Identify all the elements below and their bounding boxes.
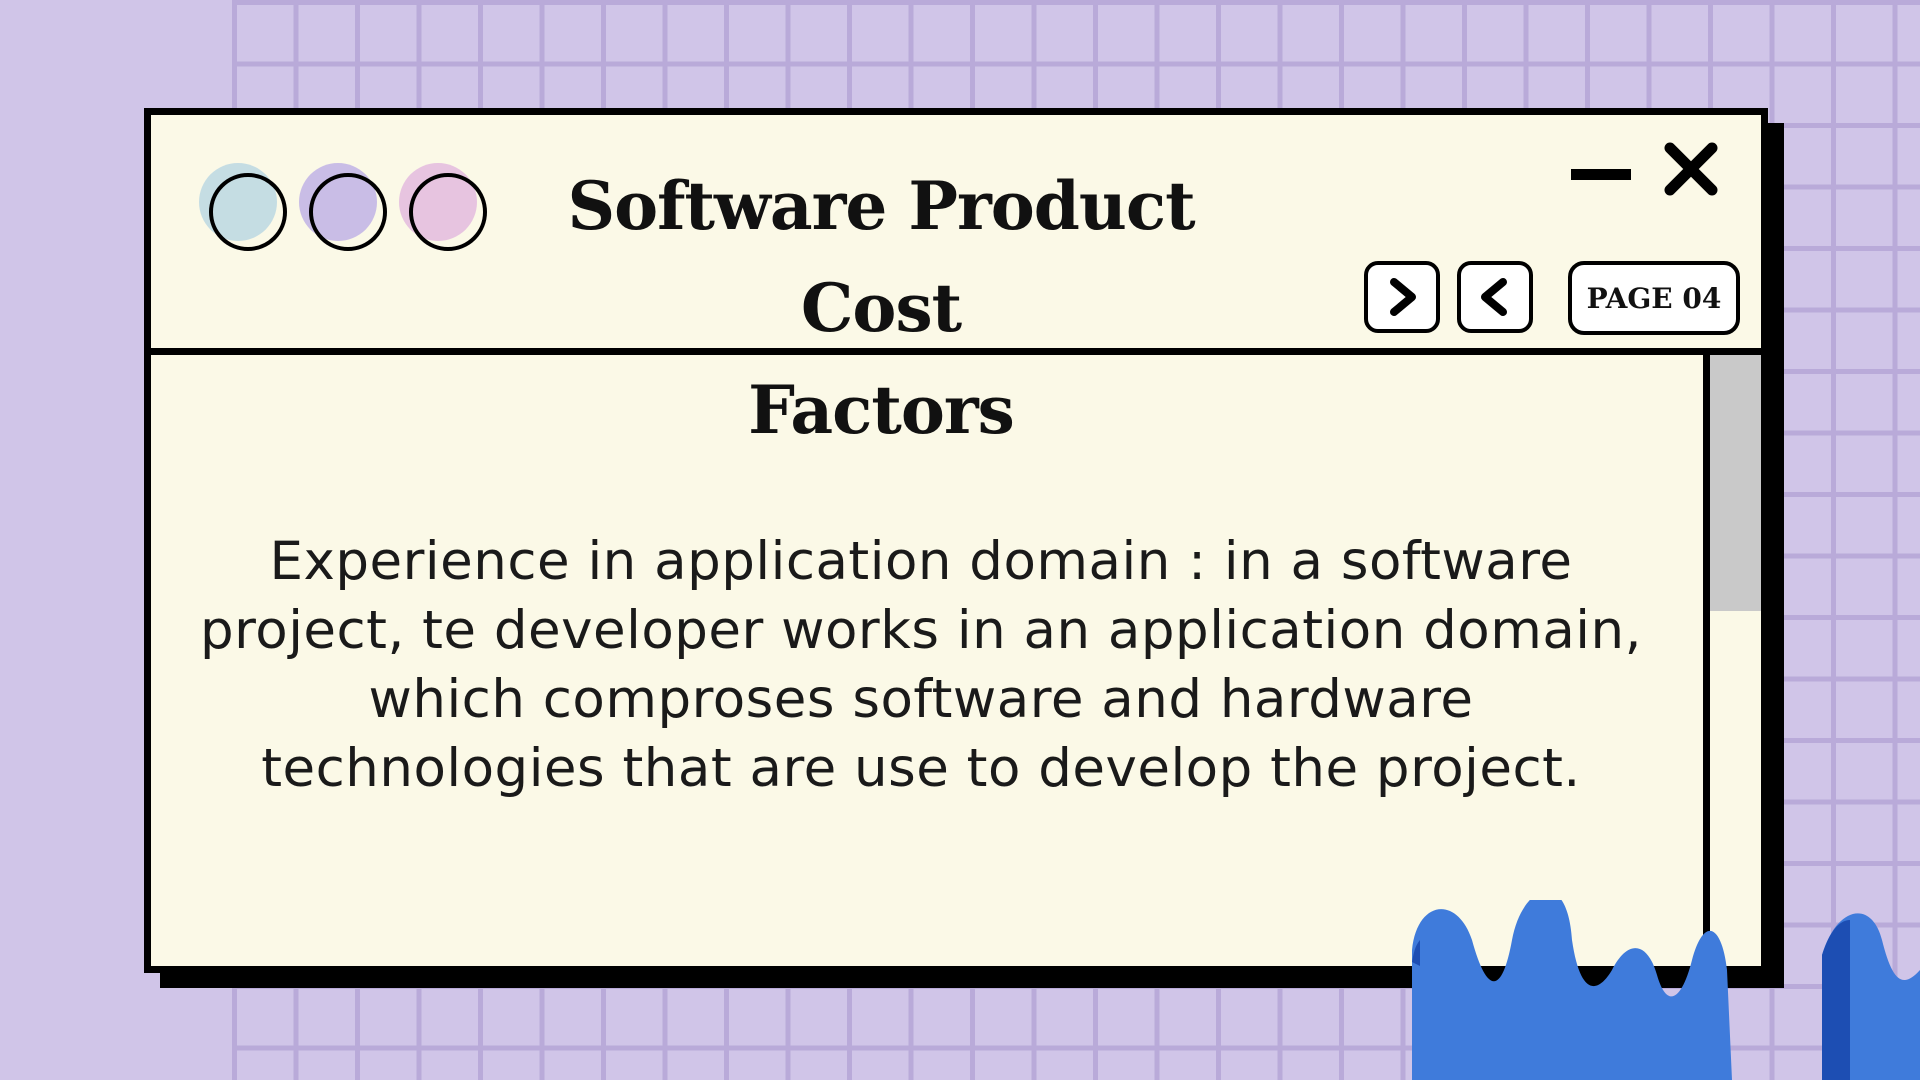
window-dot-purple[interactable] bbox=[299, 163, 387, 251]
window-dot-blue[interactable] bbox=[199, 163, 287, 251]
title-bar: Software Product Cost Factors PAGE 04 bbox=[151, 115, 1761, 449]
page-indicator: PAGE 04 bbox=[1568, 261, 1740, 335]
minimize-icon bbox=[1571, 169, 1631, 180]
dot-ring bbox=[409, 173, 487, 251]
chevron-right-icon bbox=[1390, 278, 1416, 316]
scrollbar-track[interactable] bbox=[1710, 355, 1761, 966]
app-window: Software Product Cost Factors PAGE 04 Ex… bbox=[144, 108, 1768, 973]
content-area: Experience in application domain : in a … bbox=[151, 355, 1710, 966]
wave-overlap bbox=[1822, 920, 1850, 1080]
previous-page-button[interactable] bbox=[1457, 261, 1533, 333]
minimize-button[interactable] bbox=[1571, 165, 1631, 185]
chevron-left-icon bbox=[1481, 278, 1507, 316]
body-line-3: which comproses software and hardware bbox=[368, 669, 1474, 730]
wave-shape-front bbox=[1412, 900, 1732, 1080]
title-line-1: Software Product Cost bbox=[567, 167, 1195, 347]
close-button[interactable] bbox=[1663, 141, 1719, 197]
close-icon bbox=[1664, 142, 1718, 196]
body-line-1: Experience in application domain : in a … bbox=[269, 531, 1573, 592]
window-dot-pink[interactable] bbox=[399, 163, 487, 251]
body-text: Experience in application domain : in a … bbox=[151, 527, 1691, 803]
body-line-4: technologies that are use to develop the… bbox=[261, 738, 1581, 799]
body-line-2: project, te developer works in an applic… bbox=[200, 600, 1642, 661]
dot-ring bbox=[309, 173, 387, 251]
next-page-button[interactable] bbox=[1364, 261, 1440, 333]
scrollbar-thumb[interactable] bbox=[1710, 355, 1761, 611]
decorative-waves bbox=[1412, 900, 1920, 1080]
dot-ring bbox=[209, 173, 287, 251]
